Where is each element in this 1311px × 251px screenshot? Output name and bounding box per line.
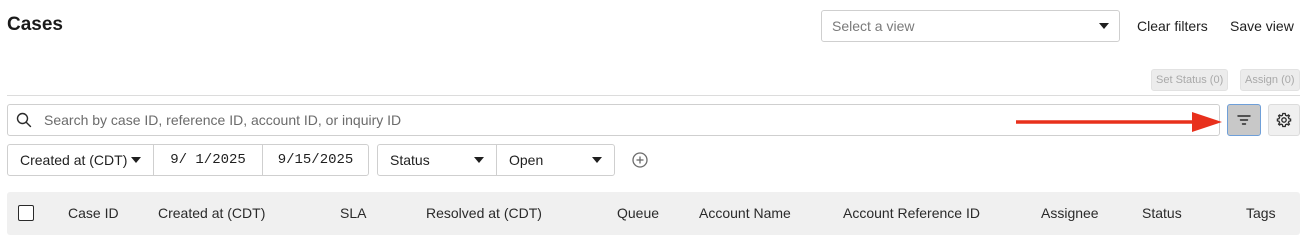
column-header-account-name[interactable]: Account Name (699, 192, 791, 235)
filter-field-label: Status (390, 152, 430, 168)
filter-value-label: Open (509, 152, 544, 168)
date-from-input[interactable]: 9/ 1/2025 (153, 144, 263, 176)
chevron-down-icon (131, 157, 141, 163)
column-header-queue[interactable]: Queue (617, 192, 659, 235)
filter-field-select[interactable]: Status (377, 144, 497, 176)
column-header-resolved-at[interactable]: Resolved at (CDT) (426, 192, 542, 235)
filter-icon (1237, 115, 1251, 125)
chevron-down-icon (592, 157, 602, 163)
chevron-down-icon (1099, 23, 1109, 29)
date-to-input[interactable]: 9/15/2025 (262, 144, 369, 176)
date-field-select[interactable]: Created at (CDT) (7, 144, 154, 176)
page-title: Cases (7, 14, 63, 35)
cases-page: Cases Select a view Clear filters Save v… (0, 0, 1311, 251)
select-all-checkbox[interactable] (18, 205, 34, 221)
column-header-tags[interactable]: Tags (1246, 192, 1276, 235)
assign-button[interactable]: Assign (0) (1240, 69, 1300, 91)
date-field-label: Created at (CDT) (20, 152, 128, 168)
save-view-button[interactable]: Save view (1230, 18, 1294, 34)
toolbar-divider (7, 95, 1300, 96)
column-header-sla[interactable]: SLA (340, 192, 366, 235)
column-header-status[interactable]: Status (1142, 192, 1182, 235)
filter-toggle-button[interactable] (1227, 104, 1261, 136)
date-to-value: 9/15/2025 (277, 152, 354, 168)
view-select[interactable]: Select a view (821, 10, 1120, 42)
red-arrow-icon (1016, 112, 1222, 132)
search-icon (16, 112, 32, 128)
chevron-down-icon (474, 157, 484, 163)
column-header-assignee[interactable]: Assignee (1041, 192, 1099, 235)
view-select-placeholder: Select a view (832, 18, 915, 34)
table-header: Case ID Created at (CDT) SLA Resolved at… (7, 192, 1300, 235)
set-status-button[interactable]: Set Status (0) (1151, 69, 1229, 91)
column-header-case-id[interactable]: Case ID (68, 192, 119, 235)
clear-filters-button[interactable]: Clear filters (1137, 18, 1208, 34)
settings-button[interactable] (1268, 104, 1300, 136)
column-header-account-reference-id[interactable]: Account Reference ID (843, 192, 980, 235)
gear-icon (1276, 112, 1292, 128)
column-header-created-at[interactable]: Created at (CDT) (158, 192, 265, 235)
date-from-value: 9/ 1/2025 (170, 152, 246, 168)
plus-circle-icon[interactable] (631, 151, 649, 169)
filter-value-select[interactable]: Open (496, 144, 615, 176)
